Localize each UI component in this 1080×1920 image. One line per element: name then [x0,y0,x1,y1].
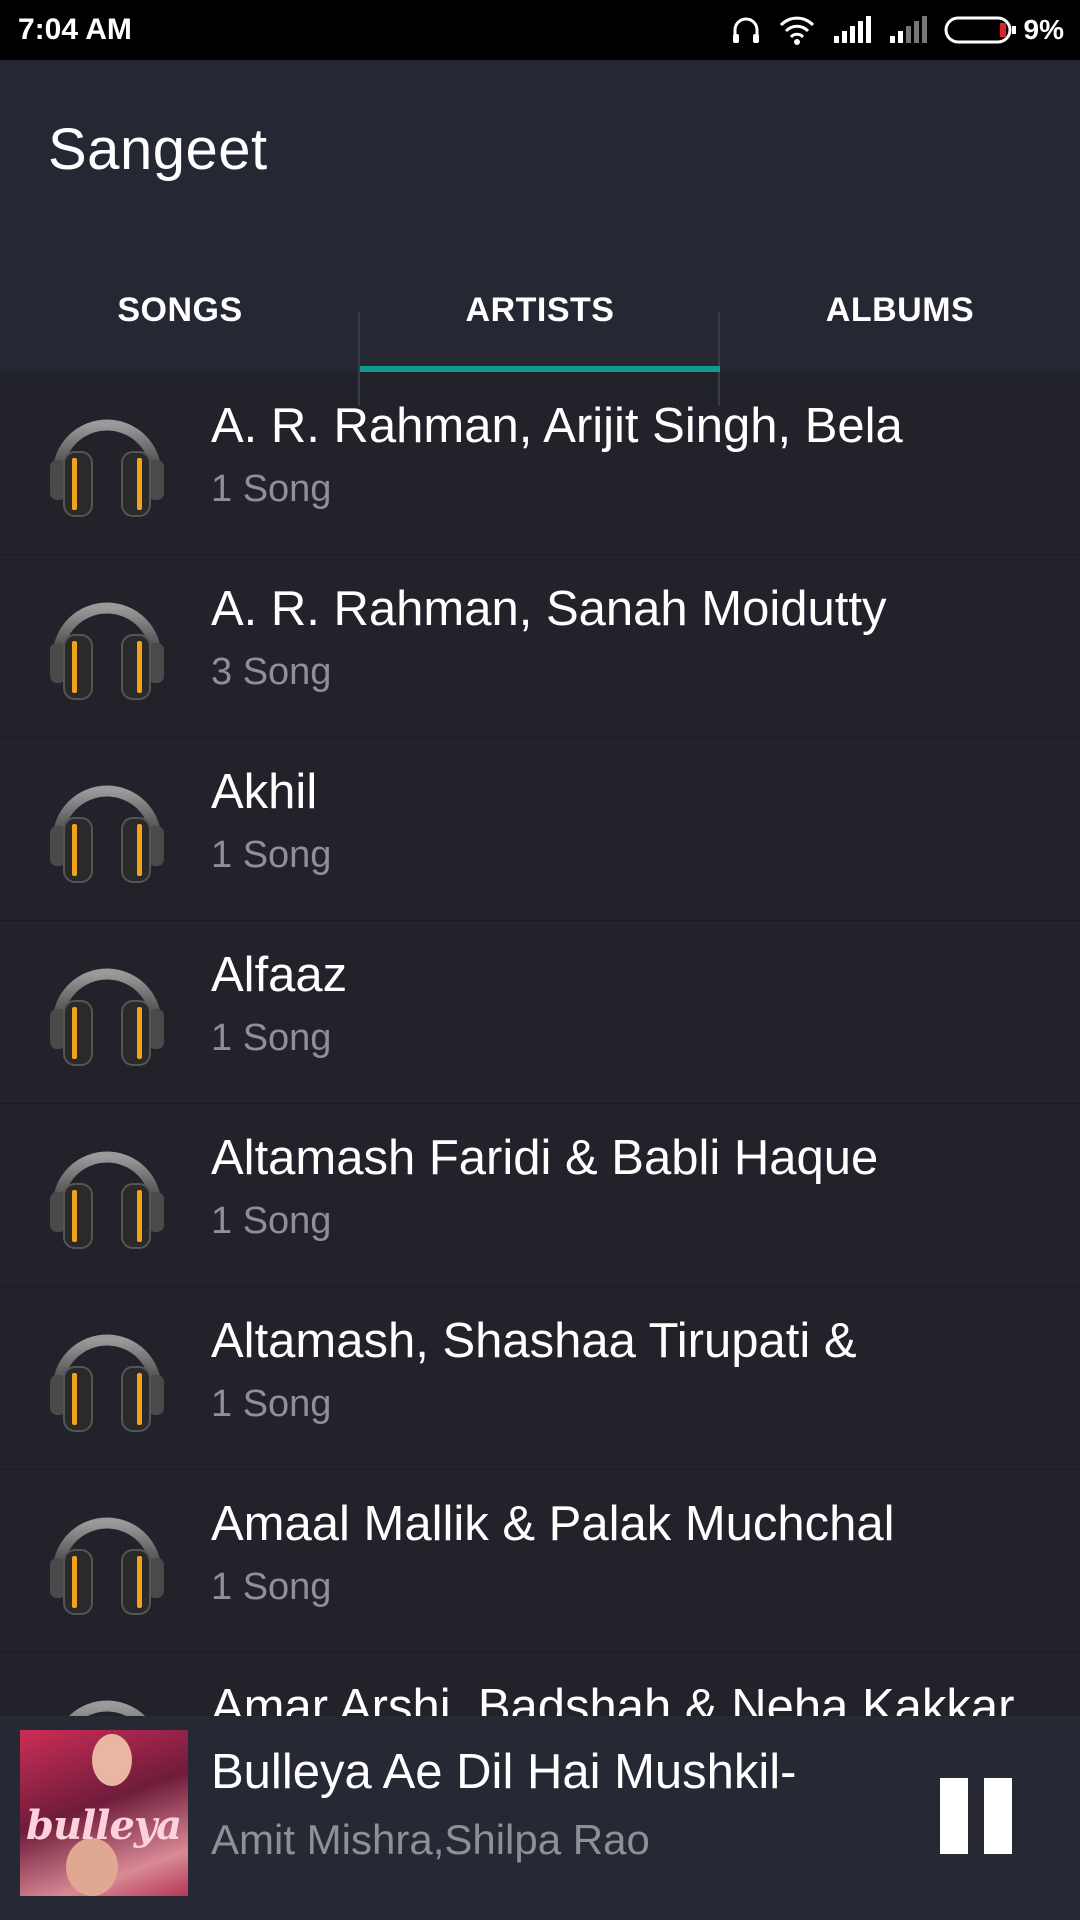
artist-row[interactable]: Amaal Mallik & Palak Muchchal 1 Song [0,1470,1080,1653]
tab-bar: SONGS ARTISTS ALBUMS [0,250,1080,406]
headphones-icon [44,1496,170,1622]
artist-song-count: 1 Song [211,1383,332,1425]
headphones-icon [44,1313,170,1439]
artist-row[interactable]: Akhil 1 Song [0,738,1080,921]
cover-art-figure [92,1734,132,1786]
battery-indicator: 9% [944,14,1064,46]
artist-name: Amaal Mallik & Palak Muchchal [211,1497,895,1551]
artist-name: Altamash Faridi & Babli Haque [211,1131,879,1185]
cover-art-text: bulleya [26,1802,182,1849]
artist-song-count: 3 Song [211,651,332,693]
status-icons: 9% [730,14,1064,46]
artist-row[interactable]: Alfaaz 1 Song [0,921,1080,1104]
signal-weak-icon [888,16,928,44]
artist-name: Amar Arshi, Badshah & Neha Kakkar [211,1680,1015,1716]
tab-artists[interactable]: ARTISTS [360,250,720,406]
tab-albums-label: ALBUMS [825,290,975,329]
artist-row[interactable]: A. R. Rahman, Sanah Moidutty 3 Song [0,555,1080,738]
now-playing-title: Bulleya Ae Dil Hai Mushkil- [211,1745,797,1799]
tab-songs[interactable]: SONGS [0,250,360,406]
wifi-icon [778,15,816,45]
status-time: 7:04 AM [18,13,132,46]
headphones-icon [44,581,170,707]
artist-song-count: 1 Song [211,1200,332,1242]
artist-row[interactable]: Amar Arshi, Badshah & Neha Kakkar [0,1653,1080,1716]
app-title: Sangeet [48,117,268,182]
artist-song-count: 1 Song [211,1017,332,1059]
headphones-icon [44,764,170,890]
artist-row[interactable]: Altamash Faridi & Babli Haque 1 Song [0,1104,1080,1287]
artist-name: A. R. Rahman, Sanah Moidutty [211,582,887,636]
signal-icon [832,16,872,44]
artist-song-count: 1 Song [211,1566,332,1608]
pause-button[interactable] [940,1778,1030,1856]
app-bar: Sangeet SONGS ARTISTS ALBUMS [0,60,1080,406]
artist-name: A. R. Rahman, Arijit Singh, Bela [211,399,903,453]
headphones-icon [44,1679,170,1716]
battery-icon [944,15,1018,45]
artist-name: Altamash, Shashaa Tirupati & [211,1314,857,1368]
battery-percent: 9% [1023,14,1064,45]
artist-row[interactable]: A. R. Rahman, Arijit Singh, Bela 1 Song [0,372,1080,555]
tab-songs-label: SONGS [117,290,243,329]
tab-artists-label: ARTISTS [465,290,615,329]
artist-name: Alfaaz [211,948,348,1002]
headphones-icon [44,1130,170,1256]
artist-song-count: 1 Song [211,468,332,510]
now-playing-artist: Amit Mishra,Shilpa Rao [211,1816,650,1863]
headphones-icon [44,947,170,1073]
artist-row[interactable]: Altamash, Shashaa Tirupati & 1 Song [0,1287,1080,1470]
tab-albums[interactable]: ALBUMS [720,250,1080,372]
mini-player[interactable]: bulleya Bulleya Ae Dil Hai Mushkil- Amit… [0,1716,1080,1920]
artist-name: Akhil [211,765,318,819]
artist-list[interactable]: A. R. Rahman, Arijit Singh, Bela 1 Song A… [0,372,1080,1716]
album-cover[interactable]: bulleya [20,1730,188,1896]
headphones-icon [730,14,762,46]
artist-song-count: 1 Song [211,834,332,876]
headphones-icon [44,398,170,524]
status-bar: 7:04 AM 9% [0,0,1080,60]
